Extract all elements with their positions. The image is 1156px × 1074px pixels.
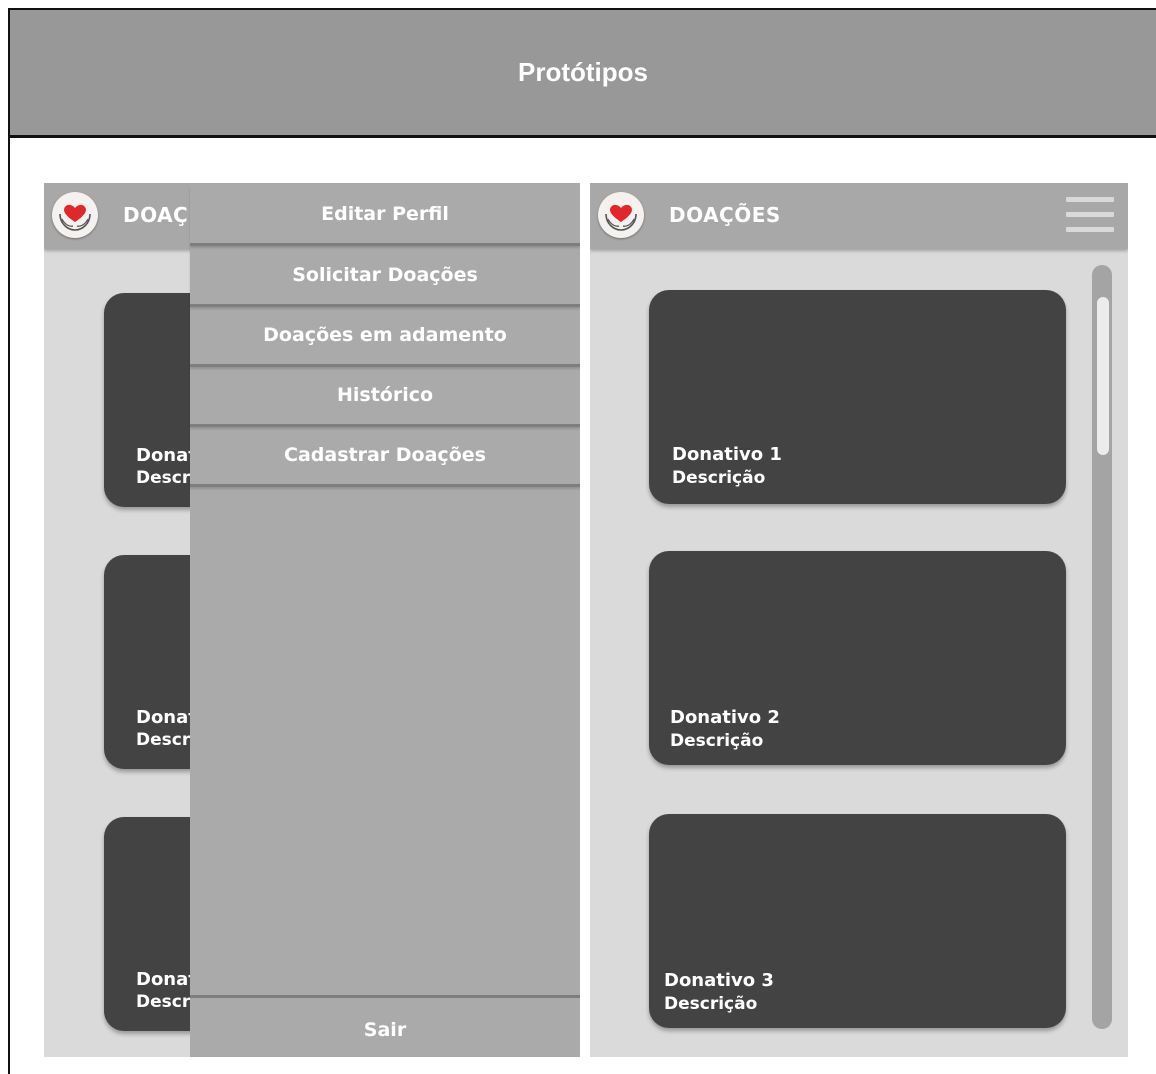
card-description: Descrição [672,468,766,488]
app-bar: DOAÇÕES [590,183,1128,249]
page-title: Protótipos [518,57,648,87]
menu-item-edit-profile[interactable]: Editar Perfil [190,185,580,246]
donation-card[interactable]: Donativo 3 Descrição [649,814,1066,1028]
menu-item-register-donations[interactable]: Cadastrar Doações [190,426,580,487]
card-description: Descrição [664,994,758,1014]
card-title: Donativo 3 [664,970,774,991]
card-title: Donat [136,445,197,466]
drawer-divider [190,995,580,998]
card-description: Descri [136,468,197,488]
donation-card[interactable]: Donativo 2 Descrição [649,551,1066,765]
donation-card[interactable]: Donativo 1 Descrição [649,290,1066,504]
card-description: Descri [136,992,197,1012]
menu-item-history[interactable]: Histórico [190,366,580,427]
app-title: DOAÇ [123,203,189,227]
hamburger-menu-icon[interactable] [1066,197,1114,235]
logout-button[interactable]: Sair [190,1001,580,1057]
card-description: Descri [136,730,197,750]
heart-hands-icon[interactable] [52,192,98,238]
navigation-drawer: Editar Perfil Solicitar Doações Doações … [190,183,580,1057]
page-title-bar: Protótipos [10,10,1156,138]
menu-item-donations-progress[interactable]: Doações em adamento [190,306,580,367]
heart-hands-icon[interactable] [598,192,644,238]
menu-item-request-donations[interactable]: Solicitar Doações [190,246,580,307]
app-title: DOAÇÕES [669,203,781,227]
scrollbar-thumb[interactable] [1097,297,1109,455]
prototype-screen-donations-list: DOAÇÕES Donativo 1 Descrição Donativo 2 … [590,183,1128,1057]
prototype-screen-menu-open: DOAÇ Donat Descri Donat Descri Donat Des… [44,183,580,1057]
card-title: Donat [136,707,197,728]
card-description: Descrição [670,731,764,751]
card-title: Donativo 1 [672,444,782,465]
card-title: Donat [136,969,197,990]
card-title: Donativo 2 [670,707,780,728]
